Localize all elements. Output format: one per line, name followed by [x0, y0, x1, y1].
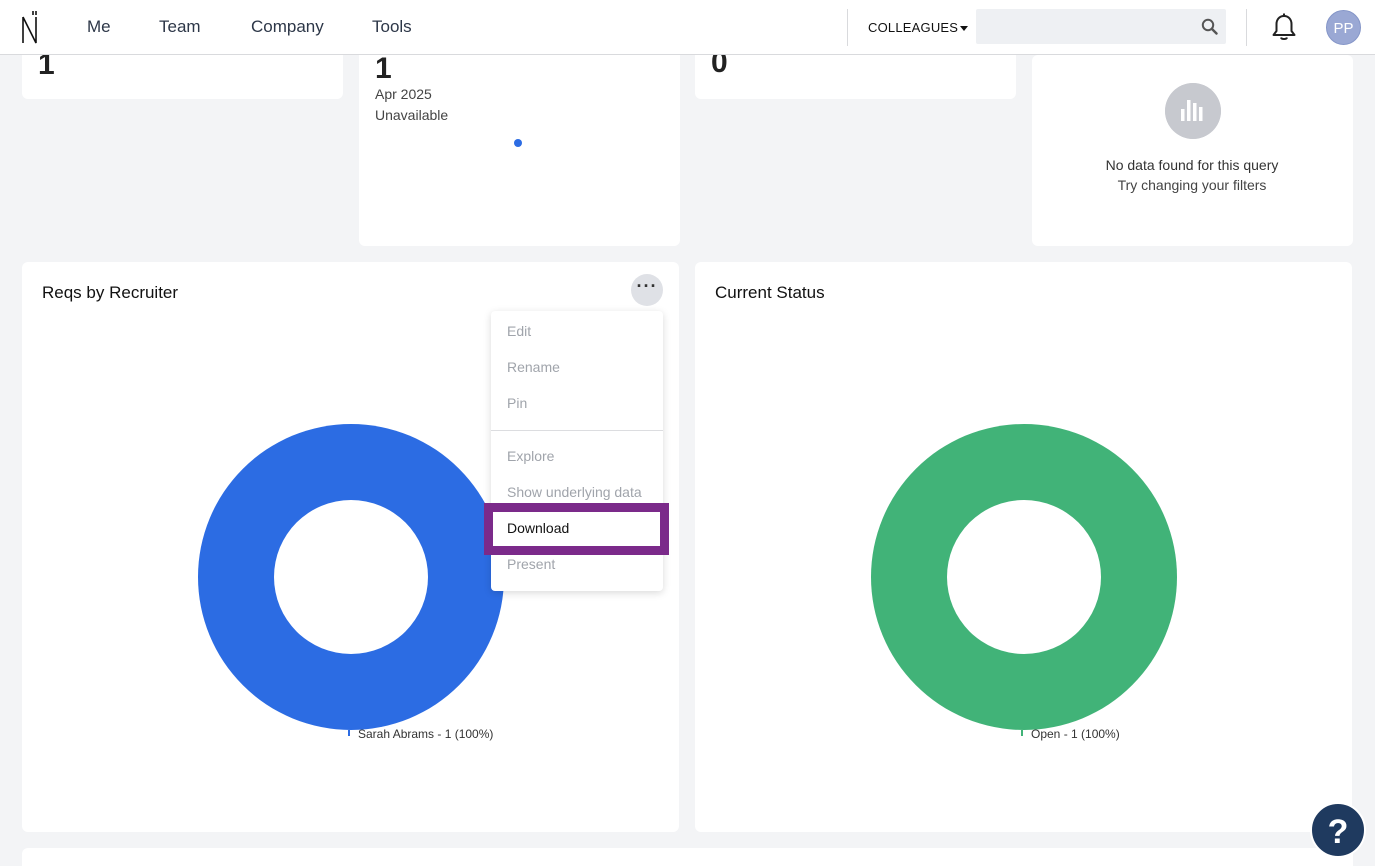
help-button[interactable]: ? [1310, 802, 1366, 858]
menu-item-pin[interactable]: Pin [507, 395, 527, 411]
no-data-card: No data found for this query Try changin… [1032, 55, 1353, 246]
more-options-button[interactable]: ··· [631, 274, 663, 306]
metric-value: 1 [375, 52, 392, 85]
menu-item-explore[interactable]: Explore [507, 448, 554, 464]
metric-card-2: 1 Apr 2025 Unavailable [359, 40, 680, 246]
nav-divider [1246, 9, 1247, 46]
menu-item-present[interactable]: Present [507, 556, 555, 572]
legend-tick [1021, 730, 1023, 736]
legend-tick [348, 730, 350, 736]
nav-tools[interactable]: Tools [372, 17, 412, 37]
user-avatar[interactable]: PP [1326, 10, 1361, 45]
menu-item-show-underlying-data[interactable]: Show underlying data [507, 484, 642, 500]
menu-divider [491, 430, 663, 431]
chart-data-label: Sarah Abrams - 1 (100%) [348, 727, 493, 741]
menu-item-download[interactable]: Download [484, 503, 669, 555]
colleagues-label: COLLEAGUES [868, 20, 959, 35]
search-box [976, 9, 1226, 44]
nav-divider [847, 9, 848, 46]
no-data-title: No data found for this query [1105, 157, 1279, 173]
nav-company[interactable]: Company [251, 17, 324, 37]
colleagues-dropdown[interactable]: COLLEAGUES [868, 20, 969, 35]
nav-team[interactable]: Team [159, 17, 201, 37]
chart-data-label-text: Open - 1 (100%) [1031, 727, 1120, 741]
chart-data-label-text: Sarah Abrams - 1 (100%) [358, 727, 494, 741]
nav-me[interactable]: Me [87, 17, 111, 37]
menu-item-rename[interactable]: Rename [507, 359, 560, 375]
metric-status: Unavailable [375, 107, 449, 123]
metric-date: Apr 2025 [375, 86, 432, 102]
top-navigation-bar: Me Team Company Tools COLLEAGUES PP [0, 0, 1375, 55]
data-point-dot [514, 139, 522, 147]
recruiter-donut-slice[interactable] [198, 424, 504, 730]
donut-hole [947, 500, 1101, 654]
donut-hole [274, 500, 428, 654]
status-donut-slice[interactable] [871, 424, 1177, 730]
notifications-bell-icon[interactable] [1271, 13, 1297, 41]
menu-item-edit[interactable]: Edit [507, 323, 531, 339]
chart-data-label: Open - 1 (100%) [1021, 727, 1120, 741]
card-title: Current Status [715, 283, 825, 302]
search-icon[interactable] [1201, 18, 1218, 35]
card-title: Reqs by Recruiter [42, 283, 179, 302]
caret-down-icon [960, 26, 969, 32]
no-data-subtitle: Try changing your filters [1117, 177, 1267, 193]
menu-item-download-label: Download [507, 520, 570, 536]
bottom-card [22, 848, 1353, 866]
current-status-card: Current Status Open - 1 (100%) [695, 262, 1352, 832]
search-input[interactable] [976, 9, 1196, 44]
app-logo-icon[interactable] [20, 9, 40, 45]
bar-chart-icon [1165, 83, 1221, 139]
